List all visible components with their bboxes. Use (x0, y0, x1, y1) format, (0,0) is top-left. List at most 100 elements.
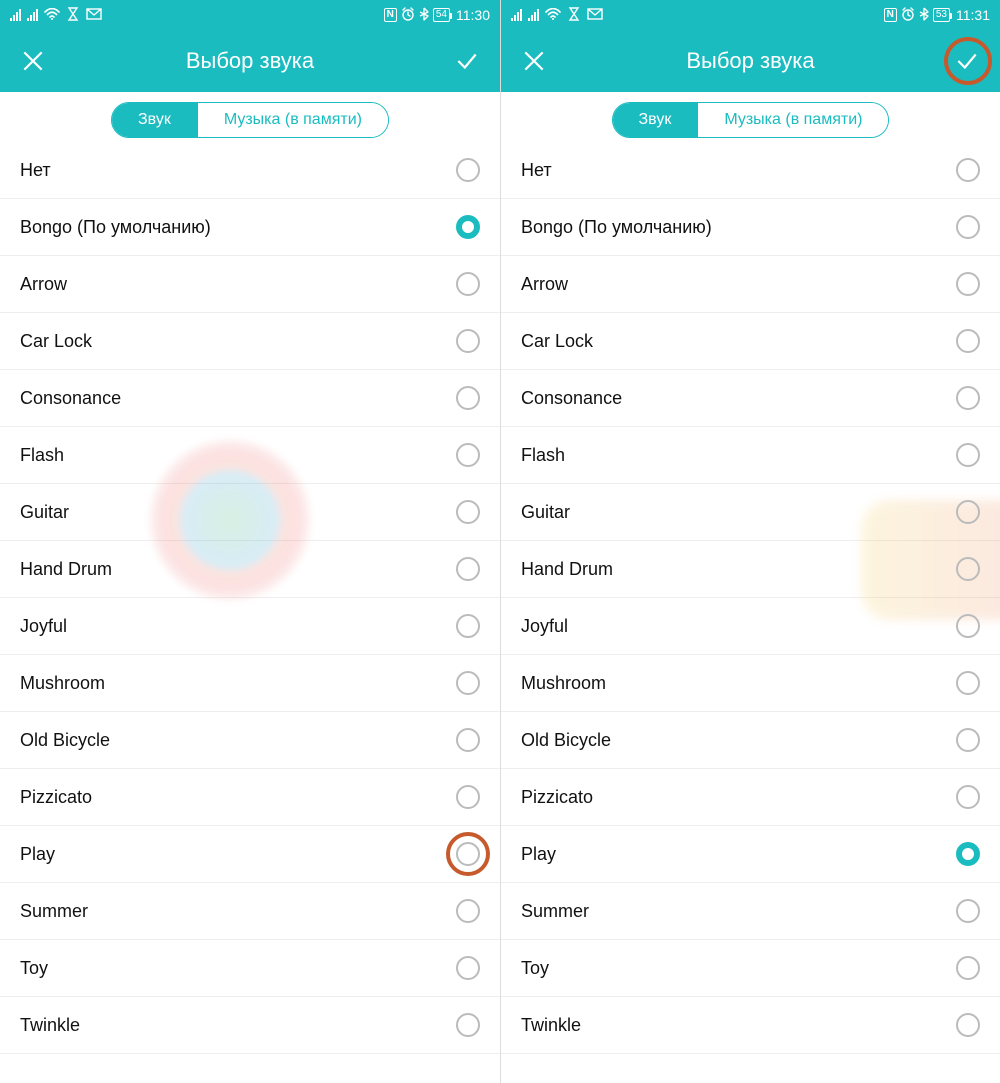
tab-sound[interactable]: Звук (613, 103, 698, 137)
list-item[interactable]: Нет (0, 142, 500, 199)
radio-button[interactable] (956, 215, 980, 239)
sound-label: Twinkle (20, 1015, 80, 1036)
list-item[interactable]: Consonance (501, 370, 1000, 427)
list-item[interactable]: Summer (501, 883, 1000, 940)
radio-button[interactable] (956, 1013, 980, 1037)
list-item[interactable]: Toy (501, 940, 1000, 997)
list-item[interactable]: Old Bicycle (0, 712, 500, 769)
list-item[interactable]: Hand Drum (0, 541, 500, 598)
tab-music[interactable]: Музыка (в памяти) (697, 103, 888, 137)
list-item[interactable]: Car Lock (501, 313, 1000, 370)
list-item[interactable]: Joyful (501, 598, 1000, 655)
sound-label: Hand Drum (20, 559, 112, 580)
radio-button[interactable] (956, 842, 980, 866)
nfc-icon: N (884, 8, 897, 22)
sound-label: Arrow (521, 274, 568, 295)
radio-button[interactable] (956, 671, 980, 695)
radio-button[interactable] (456, 557, 480, 581)
list-item[interactable]: Pizzicato (501, 769, 1000, 826)
radio-button[interactable] (956, 500, 980, 524)
clock: 11:30 (456, 7, 490, 23)
radio-button[interactable] (456, 272, 480, 296)
close-button[interactable] (18, 46, 48, 76)
list-item[interactable]: Twinkle (501, 997, 1000, 1054)
list-item[interactable]: Flash (0, 427, 500, 484)
list-item[interactable]: Flash (501, 427, 1000, 484)
bluetooth-icon (419, 7, 429, 24)
tab-sound[interactable]: Звук (112, 103, 197, 137)
status-right: N 54 11:30 (384, 7, 490, 24)
list-item[interactable]: Twinkle (0, 997, 500, 1054)
check-icon (454, 48, 480, 74)
radio-button[interactable] (456, 158, 480, 182)
list-item[interactable]: Hand Drum (501, 541, 1000, 598)
sound-label: Play (521, 844, 556, 865)
radio-button[interactable] (956, 899, 980, 923)
list-item[interactable]: Joyful (0, 598, 500, 655)
close-icon (521, 48, 547, 74)
confirm-button[interactable] (952, 46, 982, 76)
sound-label: Joyful (521, 616, 568, 637)
close-button[interactable] (519, 46, 549, 76)
list-item[interactable]: Mushroom (501, 655, 1000, 712)
sound-label: Bongo (По умолчанию) (521, 217, 712, 238)
header: Выбор звука (501, 30, 1000, 92)
list-item[interactable]: Нет (501, 142, 1000, 199)
list-item[interactable]: Play (501, 826, 1000, 883)
radio-button[interactable] (456, 215, 480, 239)
radio-button[interactable] (456, 386, 480, 410)
radio-button[interactable] (956, 386, 980, 410)
alarm-icon (401, 7, 415, 24)
status-left (511, 7, 603, 24)
status-bar: N 53 11:31 (501, 0, 1000, 30)
radio-button[interactable] (956, 329, 980, 353)
list-item[interactable]: Arrow (0, 256, 500, 313)
list-item[interactable]: Bongo (По умолчанию) (0, 199, 500, 256)
radio-button[interactable] (456, 842, 480, 866)
radio-button[interactable] (456, 785, 480, 809)
list-item[interactable]: Guitar (501, 484, 1000, 541)
radio-button[interactable] (956, 272, 980, 296)
radio-button[interactable] (456, 1013, 480, 1037)
header: Выбор звука (0, 30, 500, 92)
sound-label: Guitar (521, 502, 570, 523)
list-item[interactable]: Old Bicycle (501, 712, 1000, 769)
radio-button[interactable] (956, 557, 980, 581)
radio-button[interactable] (456, 956, 480, 980)
list-item[interactable]: Guitar (0, 484, 500, 541)
radio-button[interactable] (456, 443, 480, 467)
sound-label: Hand Drum (521, 559, 613, 580)
tab-music[interactable]: Музыка (в памяти) (197, 103, 388, 137)
list-item[interactable]: Toy (0, 940, 500, 997)
radio-button[interactable] (956, 614, 980, 638)
list-item[interactable]: Summer (0, 883, 500, 940)
sound-list: Нет Bongo (По умолчанию) Arrow Car LockCons… (501, 142, 1000, 1054)
list-item[interactable]: Mushroom (0, 655, 500, 712)
list-item[interactable]: Arrow (501, 256, 1000, 313)
sound-label: Summer (521, 901, 589, 922)
list-item[interactable]: Consonance (0, 370, 500, 427)
radio-button[interactable] (456, 671, 480, 695)
canvas: N 54 11:30 Выбор звука Звук (0, 0, 1000, 1083)
sound-label: Summer (20, 901, 88, 922)
radio-button[interactable] (456, 899, 480, 923)
list-item[interactable]: Pizzicato (0, 769, 500, 826)
confirm-button[interactable] (452, 46, 482, 76)
page-title: Выбор звука (48, 48, 452, 74)
radio-button[interactable] (956, 785, 980, 809)
list-item[interactable]: Play (0, 826, 500, 883)
wait-icon (567, 7, 581, 24)
radio-button[interactable] (956, 956, 980, 980)
list-item[interactable]: Bongo (По умолчанию) (501, 199, 1000, 256)
list-item[interactable]: Car Lock (0, 313, 500, 370)
radio-button[interactable] (456, 614, 480, 638)
radio-button[interactable] (456, 728, 480, 752)
radio-button[interactable] (956, 158, 980, 182)
radio-button[interactable] (956, 443, 980, 467)
page-title: Выбор звука (549, 48, 952, 74)
radio-button[interactable] (956, 728, 980, 752)
radio-button[interactable] (456, 500, 480, 524)
radio-button[interactable] (456, 329, 480, 353)
wifi-icon (545, 8, 561, 23)
sound-label: Twinkle (521, 1015, 581, 1036)
